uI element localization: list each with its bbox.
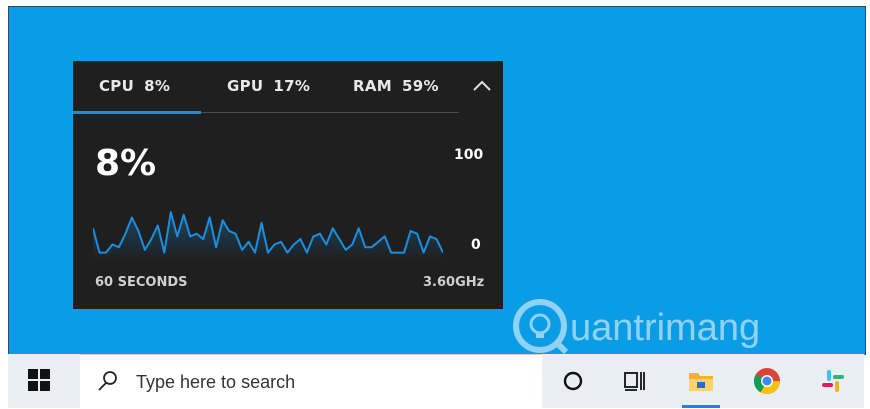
search-placeholder: Type here to search (136, 372, 296, 392)
search-box[interactable]: Type here to search (80, 354, 542, 409)
chevron-up-icon[interactable] (471, 75, 493, 97)
windows-start-icon[interactable] (28, 369, 50, 391)
cpu-usage-graph (93, 211, 443, 261)
watermark-text: uantrimang (570, 307, 760, 349)
cpu-usage-area (93, 212, 443, 261)
tabs-divider (201, 112, 459, 113)
time-window-label: 60 SECONDS (95, 275, 188, 290)
file-explorer-icon[interactable] (686, 366, 716, 396)
tab-gpu[interactable]: GPU 17% (227, 77, 310, 97)
cpu-speed-label: 3.60GHz (423, 275, 485, 290)
slack-icon[interactable] (818, 366, 848, 396)
tab-cpu[interactable]: CPU 8% (99, 77, 170, 97)
task-view-icon[interactable] (620, 366, 650, 396)
tab-cpu-value: 8% (144, 77, 171, 95)
tab-ram-label: RAM (353, 77, 392, 95)
scale-max-label: 100 (454, 147, 484, 163)
cortana-icon[interactable] (558, 366, 588, 396)
tab-ram[interactable]: RAM 59% (353, 77, 439, 97)
search-icon (96, 369, 120, 393)
performance-widget: CPU 8% GPU 17% RAM 59% 8% 100 0 60 SECON… (73, 61, 503, 309)
cpu-usage-value: 8% (95, 143, 157, 184)
scale-min-label: 0 (471, 237, 481, 253)
tab-ram-value: 59% (402, 77, 439, 95)
widget-tabs: CPU 8% GPU 17% RAM 59% (73, 61, 503, 114)
quantrimang-logo-watermark: uantrimang (513, 299, 760, 355)
tab-cpu-label: CPU (99, 77, 135, 95)
taskbar: Type here to search (8, 354, 864, 409)
tab-gpu-value: 17% (273, 77, 311, 95)
chrome-icon[interactable] (752, 366, 782, 396)
active-tab-indicator (73, 111, 201, 114)
cpu-usage-line (93, 211, 443, 254)
tab-gpu-label: GPU (227, 77, 264, 95)
